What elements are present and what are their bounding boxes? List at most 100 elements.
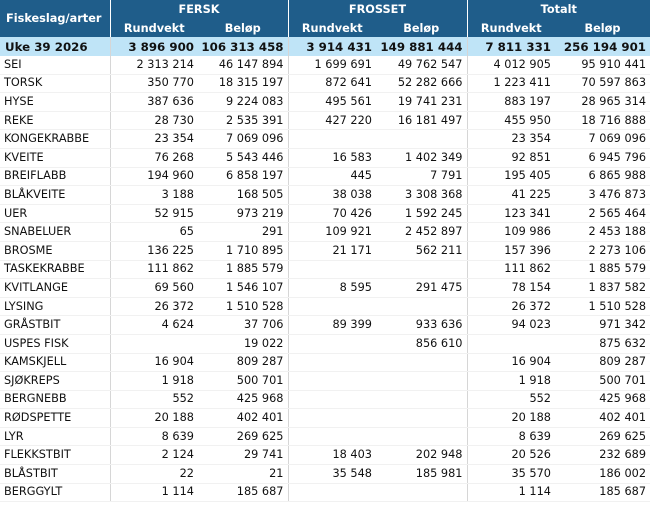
species-name: BREIFLABB xyxy=(0,167,110,187)
totalt-rundvekt: 4 012 905 xyxy=(466,56,555,75)
frosset-rundvekt-header: Rundvekt xyxy=(287,19,376,37)
frosset-rundvekt: 38 038 xyxy=(287,185,376,205)
species-name: UER xyxy=(0,204,110,224)
totalt-rundvekt: 23 354 xyxy=(466,129,555,149)
frosset-belop: 3 308 368 xyxy=(376,185,467,205)
fersk-rundvekt: 76 268 xyxy=(109,148,198,168)
fersk-belop: 185 687 xyxy=(198,483,288,503)
totalt-belop: 232 689 xyxy=(555,445,650,466)
totalt-belop: 18 716 888 xyxy=(555,111,650,131)
fersk-rundvekt: 65 xyxy=(109,222,198,242)
fersk-rundvekt: 136 225 xyxy=(109,241,198,261)
totalt-belop: 809 287 xyxy=(555,353,650,373)
species-name: RØDSPETTE xyxy=(0,408,110,428)
totalt-belop: 3 476 873 xyxy=(555,185,650,205)
fersk-rundvekt: 22 xyxy=(109,464,198,484)
totalt-rundvekt: 8 639 xyxy=(466,427,555,447)
frosset-rundvekt: 872 641 xyxy=(287,74,376,94)
frosset-belop xyxy=(376,408,467,428)
fersk-belop: 291 xyxy=(198,222,288,242)
frosset-rundvekt xyxy=(287,353,376,373)
fersk-belop: 425 968 xyxy=(198,390,288,410)
totalt-rundvekt: 195 405 xyxy=(466,167,555,187)
frosset-group-header: FROSSET xyxy=(287,0,467,19)
totalt-rundvekt: 1 223 411 xyxy=(466,74,555,94)
fersk-rundvekt: 2 313 214 xyxy=(109,56,198,75)
total-fersk-belop: 106 313 458 xyxy=(198,37,288,56)
frosset-rundvekt xyxy=(287,483,376,503)
totalt-rundvekt: 26 372 xyxy=(466,297,555,317)
frosset-belop: 856 610 xyxy=(376,334,467,354)
frosset-rundvekt: 1 699 691 xyxy=(287,56,376,75)
table-row: TASKEKRABBE 111 862 1 885 579 111 862 1 885 … xyxy=(0,260,650,280)
total-frosset-belop: 149 881 444 xyxy=(376,37,467,56)
totalt-rundvekt: 1 918 xyxy=(466,371,555,391)
table-row: SNABELUER 65 291 109 921 2 452 897 109 986 2 4… xyxy=(0,222,650,242)
table-row: REKE 28 730 2 535 391 427 220 16 181 497 455 … xyxy=(0,111,650,131)
totalt-belop: 875 632 xyxy=(555,334,650,354)
species-name: KVITLANGE xyxy=(0,278,110,298)
totalt-rundvekt: 92 851 xyxy=(466,148,555,168)
frosset-rundvekt: 21 171 xyxy=(287,241,376,261)
totalt-belop: 1 885 579 xyxy=(555,260,650,280)
fersk-rundvekt: 69 560 xyxy=(109,278,198,298)
fersk-rundvekt: 28 730 xyxy=(109,111,198,131)
species-name: SJØKREPS xyxy=(0,371,110,391)
species-name: REKE xyxy=(0,111,110,131)
totalt-belop: 1 837 582 xyxy=(555,278,650,298)
totalt-belop: 402 401 xyxy=(555,408,650,428)
totalt-rundvekt: 552 xyxy=(466,390,555,410)
totalt-belop: 971 342 xyxy=(555,315,650,335)
frosset-rundvekt xyxy=(287,260,376,280)
frosset-rundvekt: 70 426 xyxy=(287,204,376,224)
species-name: LYR xyxy=(0,427,110,447)
species-name: BLÅKVEITE xyxy=(0,185,110,205)
frosset-belop xyxy=(376,353,467,373)
frosset-rundvekt: 89 399 xyxy=(287,315,376,335)
fersk-belop: 168 505 xyxy=(198,185,288,205)
frosset-rundvekt xyxy=(287,129,376,149)
fersk-belop: 19 022 xyxy=(198,334,288,354)
species-name: KAMSKJELL xyxy=(0,353,110,373)
frosset-rundvekt: 35 548 xyxy=(287,464,376,484)
fersk-group-header: FERSK xyxy=(109,0,288,19)
totalt-group-header: Totalt xyxy=(466,0,650,19)
totalt-belop: 185 687 xyxy=(555,483,650,503)
totalt-rundvekt: 41 225 xyxy=(466,185,555,205)
table-row: KONGEKRABBE 23 354 7 069 096 23 354 7 069 09… xyxy=(0,129,650,149)
totalt-rundvekt: 1 114 xyxy=(466,483,555,503)
fersk-rundvekt: 111 862 xyxy=(109,260,198,280)
totalt-belop: 425 968 xyxy=(555,390,650,410)
fersk-rundvekt: 1 114 xyxy=(109,483,198,503)
table-row: SEI 2 313 214 46 147 894 1 699 691 49 762 54… xyxy=(0,56,650,75)
frosset-belop: 933 636 xyxy=(376,315,467,335)
fersk-belop: 2 535 391 xyxy=(198,111,288,131)
fersk-belop: 37 706 xyxy=(198,315,288,335)
frosset-belop xyxy=(376,297,467,317)
fersk-rundvekt: 2 124 xyxy=(109,445,198,466)
totalt-rundvekt: 455 950 xyxy=(466,111,555,131)
total-row: Uke 39 2026 3 896 900 106 313 458 3 914 … xyxy=(0,37,650,56)
frosset-belop: 16 181 497 xyxy=(376,111,467,131)
fersk-rundvekt: 26 372 xyxy=(109,297,198,317)
fersk-rundvekt: 8 639 xyxy=(109,427,198,447)
totalt-rundvekt: 109 986 xyxy=(466,222,555,242)
table-row: FLEKKSTBIT 2 124 29 741 18 403 202 948 20 526… xyxy=(0,445,650,466)
fersk-belop: 973 219 xyxy=(198,204,288,224)
fersk-rundvekt: 1 918 xyxy=(109,371,198,391)
species-name: TASKEKRABBE xyxy=(0,260,110,280)
species-name: LYSING xyxy=(0,297,110,317)
frosset-belop: 1 402 349 xyxy=(376,148,467,168)
frosset-belop xyxy=(376,129,467,149)
fersk-belop: 46 147 894 xyxy=(198,56,288,75)
totalt-belop: 2 273 106 xyxy=(555,241,650,261)
fersk-rundvekt: 387 636 xyxy=(109,92,198,112)
table-row: HYSE 387 636 9 224 083 495 561 19 741 231 883… xyxy=(0,92,650,112)
species-name: KONGEKRABBE xyxy=(0,129,110,149)
frosset-rundvekt: 445 xyxy=(287,167,376,187)
frosset-rundvekt xyxy=(287,427,376,447)
frosset-belop: 52 282 666 xyxy=(376,74,467,94)
fersk-belop: 269 625 xyxy=(198,427,288,447)
table-row: LYSING 26 372 1 510 528 26 372 1 510 528 xyxy=(0,297,650,317)
fersk-belop: 1 885 579 xyxy=(198,260,288,280)
